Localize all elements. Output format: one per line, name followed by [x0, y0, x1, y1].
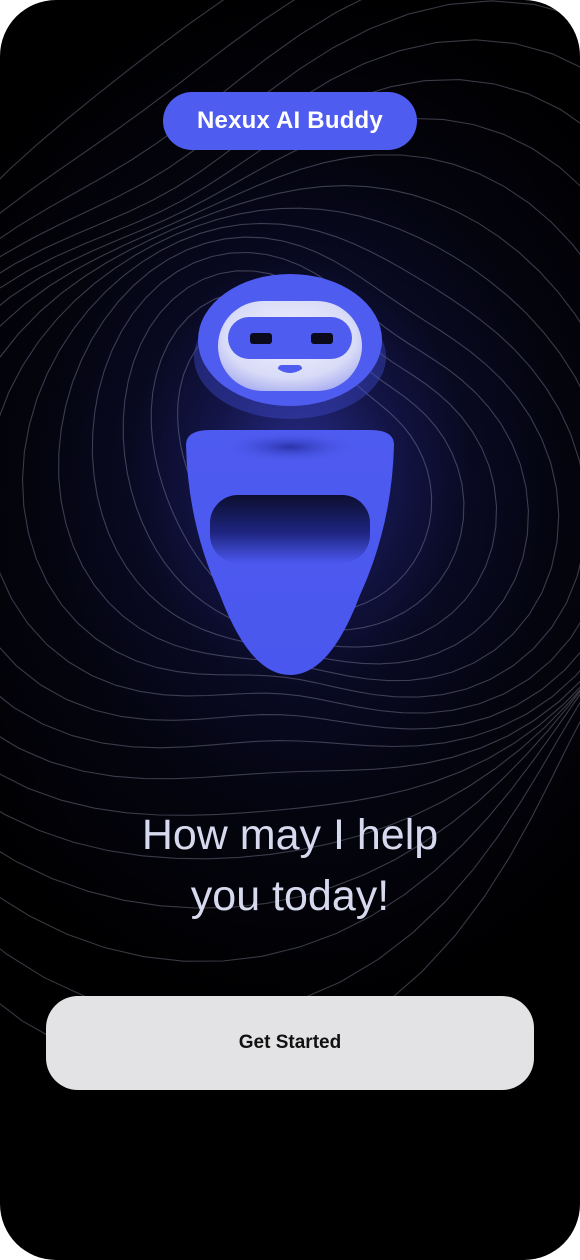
welcome-headline: How may I help you today!: [40, 805, 540, 927]
get-started-button[interactable]: Get Started: [46, 996, 534, 1090]
app-screen: Nexux AI Buddy How may I help you today!…: [0, 0, 580, 1260]
robot-neck-shadow: [220, 431, 360, 463]
get-started-label: Get Started: [238, 1032, 342, 1053]
robot-visor: [228, 317, 352, 359]
app-name-label: Nexux AI Buddy: [197, 107, 383, 134]
headline-line-2: you today!: [190, 872, 390, 920]
robot-right-eye: [311, 333, 333, 344]
robot-body-slot: [210, 495, 370, 563]
app-name-badge: Nexux AI Buddy: [163, 92, 417, 150]
headline-line-1: How may I help: [141, 811, 439, 859]
robot-left-eye: [250, 333, 272, 344]
robot-illustration: [186, 274, 394, 675]
